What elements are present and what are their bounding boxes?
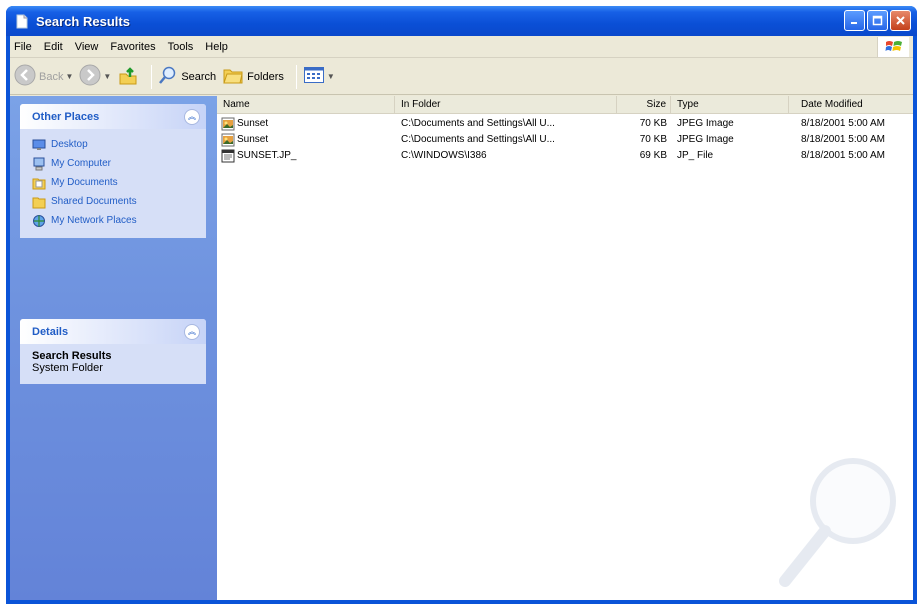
cell-name: Sunset: [237, 134, 269, 145]
windows-logo-icon: [877, 37, 909, 57]
other-places-header[interactable]: Other Places ︽: [20, 104, 206, 129]
views-dropdown-icon[interactable]: ▼: [327, 72, 335, 81]
minimize-button[interactable]: [844, 10, 865, 31]
place-desktop[interactable]: Desktop: [32, 135, 196, 154]
menu-edit[interactable]: Edit: [38, 41, 69, 53]
cell-size: 70 KB: [639, 134, 667, 145]
list-header: Name In Folder Size Type Date Modified: [217, 96, 913, 114]
table-row[interactable]: Sunset C:\Documents and Settings\All U..…: [217, 132, 913, 148]
other-places-panel: Other Places ︽ Desktop My Computer My Do…: [20, 104, 206, 238]
back-button[interactable]: Back ▼: [14, 64, 73, 89]
toolbar-separator: [151, 64, 153, 89]
close-button[interactable]: [890, 10, 911, 31]
menu-help[interactable]: Help: [199, 41, 234, 53]
column-header-size[interactable]: Size: [617, 96, 671, 114]
task-pane: Other Places ︽ Desktop My Computer My Do…: [10, 96, 217, 600]
cell-size: 70 KB: [639, 118, 667, 129]
place-label: My Computer: [51, 158, 112, 169]
search-label: Search: [181, 70, 217, 83]
cell-folder: C:\WINDOWS\I386: [401, 150, 487, 161]
forward-arrow-icon: [79, 64, 101, 89]
views-icon: [303, 65, 325, 88]
maximize-button[interactable]: [867, 10, 888, 31]
forward-button[interactable]: ▼: [79, 64, 111, 89]
place-my-computer[interactable]: My Computer: [32, 154, 196, 173]
column-header-name[interactable]: Name: [217, 96, 395, 114]
my-documents-icon: [32, 176, 46, 190]
explorer-window: Search Results File Edit View Favorites …: [6, 6, 917, 604]
cell-name: SUNSET.JP_: [237, 150, 297, 161]
collapse-chevron-icon[interactable]: ︽: [184, 323, 200, 340]
folders-label: Folders: [247, 70, 284, 83]
title-bar[interactable]: Search Results: [6, 6, 917, 36]
back-label: Back: [39, 70, 64, 83]
toolbar-separator: [295, 64, 297, 89]
search-button[interactable]: Search: [158, 65, 216, 88]
column-header-in-folder[interactable]: In Folder: [395, 96, 617, 114]
up-folder-button[interactable]: [117, 64, 139, 89]
menu-bar: File Edit View Favorites Tools Help: [10, 36, 913, 58]
up-folder-icon: [117, 64, 139, 89]
cell-type: JPEG Image: [677, 134, 734, 145]
menu-favorites[interactable]: Favorites: [104, 41, 161, 53]
standard-toolbar: Back ▼ ▼ Search Folders ▼: [10, 59, 913, 95]
magnifier-watermark-icon: [773, 449, 903, 592]
cell-type: JPEG Image: [677, 118, 734, 129]
jpeg-file-icon: [221, 117, 235, 131]
back-dropdown-icon[interactable]: ▼: [65, 72, 73, 81]
shared-documents-icon: [32, 195, 46, 209]
place-label: Desktop: [51, 139, 88, 150]
cell-folder: C:\Documents and Settings\All U...: [401, 134, 555, 145]
forward-dropdown-icon[interactable]: ▼: [103, 72, 111, 81]
table-row[interactable]: Sunset C:\Documents and Settings\All U..…: [217, 116, 913, 132]
details-panel: Details ︽ Search Results System Folder: [20, 319, 206, 384]
explorer-body: Other Places ︽ Desktop My Computer My Do…: [10, 96, 913, 600]
place-label: Shared Documents: [51, 196, 137, 207]
collapse-chevron-icon[interactable]: ︽: [184, 108, 200, 125]
details-type: System Folder: [32, 362, 103, 374]
menu-view[interactable]: View: [69, 41, 105, 53]
jpeg-file-icon: [221, 133, 235, 147]
folders-icon: [222, 65, 244, 88]
column-header-type[interactable]: Type: [671, 96, 789, 114]
back-arrow-icon: [14, 64, 36, 89]
network-places-icon: [32, 214, 46, 228]
window-title: Search Results: [36, 13, 130, 29]
table-row[interactable]: SUNSET.JP_ C:\WINDOWS\I386 69 KB JP_ Fil…: [217, 148, 913, 164]
generic-file-icon: [221, 149, 235, 163]
details-name: Search Results: [32, 350, 112, 362]
cell-type: JP_ File: [677, 150, 714, 161]
place-my-documents[interactable]: My Documents: [32, 173, 196, 192]
menu-file[interactable]: File: [10, 41, 38, 53]
details-title: Details: [32, 325, 69, 338]
column-header-date-modified[interactable]: Date Modified: [789, 96, 913, 114]
window-client-area: File Edit View Favorites Tools Help Back…: [10, 36, 913, 600]
folders-button[interactable]: Folders: [222, 65, 284, 88]
place-label: My Documents: [51, 177, 118, 188]
details-header[interactable]: Details ︽: [20, 319, 206, 344]
document-icon: [14, 13, 30, 29]
file-list-view[interactable]: Name In Folder Size Type Date Modified S…: [217, 96, 913, 600]
desktop-icon: [32, 138, 46, 152]
my-computer-icon: [32, 157, 46, 171]
cell-size: 69 KB: [639, 150, 667, 161]
search-icon: [158, 65, 178, 88]
place-shared-documents[interactable]: Shared Documents: [32, 192, 196, 211]
cell-date: 8/18/2001 5:00 AM: [801, 150, 885, 161]
place-label: My Network Places: [51, 215, 137, 226]
place-my-network-places[interactable]: My Network Places: [32, 211, 196, 230]
other-places-title: Other Places: [32, 110, 100, 123]
menu-tools[interactable]: Tools: [162, 41, 200, 53]
cell-name: Sunset: [237, 118, 269, 129]
cell-folder: C:\Documents and Settings\All U...: [401, 118, 555, 129]
cell-date: 8/18/2001 5:00 AM: [801, 134, 885, 145]
cell-date: 8/18/2001 5:00 AM: [801, 118, 885, 129]
views-button[interactable]: ▼: [303, 65, 335, 88]
